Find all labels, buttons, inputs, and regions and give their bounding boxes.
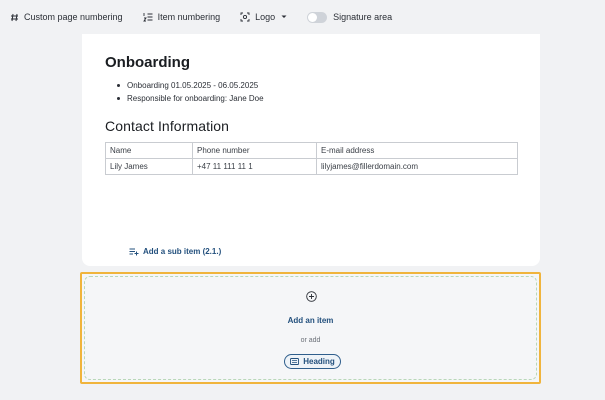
table-cell[interactable]: lilyjames@fillerdomain.com [316, 158, 518, 175]
table-row: Lily James +47 11 111 11 1 lilyjames@fil… [105, 158, 518, 175]
plus-circle-icon[interactable] [306, 291, 317, 302]
table-header-row: Name Phone number E-mail address [105, 142, 518, 159]
add-sub-item-label: Add a sub item (2.1.) [143, 247, 222, 256]
toolbar: Custom page numbering Item numbering Log… [0, 0, 605, 34]
table-header-cell[interactable]: Phone number [192, 142, 317, 159]
custom-page-numbering-button[interactable]: Custom page numbering [10, 8, 123, 26]
bullet-list: Onboarding 01.05.2025 - 06.05.2025 Respo… [117, 79, 264, 105]
add-sub-item-button[interactable]: Add a sub item (2.1.) [129, 247, 221, 256]
table-header-cell[interactable]: E-mail address [316, 142, 518, 159]
logo-label: Logo [255, 12, 276, 22]
add-item-button[interactable]: Add an item [82, 316, 539, 325]
item-numbering-label: Item numbering [157, 12, 221, 22]
table-cell[interactable]: Lily James [105, 158, 193, 175]
heading-button-label: Heading [303, 357, 335, 366]
toggle-knob [308, 12, 318, 22]
item-numbering-button[interactable]: Item numbering [142, 8, 221, 26]
logo-dropdown[interactable]: Logo [240, 8, 287, 26]
signature-area-toggle-row: Signature area [307, 8, 392, 26]
or-add-label: or add [300, 337, 321, 344]
page-title[interactable]: Onboarding [105, 54, 190, 71]
signature-area-toggle[interactable] [307, 11, 328, 23]
heading-icon [290, 358, 300, 365]
add-list-icon [129, 248, 139, 256]
list-item[interactable]: Onboarding 01.05.2025 - 06.05.2025 [117, 79, 264, 92]
add-item-zone[interactable]: Add an item or add Heading [80, 272, 541, 384]
image-frame-icon [240, 12, 250, 22]
numbered-list-icon [142, 12, 153, 22]
signature-area-label: Signature area [333, 12, 393, 22]
chevron-down-icon [281, 15, 287, 19]
section-heading[interactable]: Contact Information [105, 118, 229, 134]
table-cell[interactable]: +47 11 111 11 1 [192, 158, 317, 175]
contact-table: Name Phone number E-mail address Lily Ja… [105, 142, 518, 175]
custom-page-numbering-label: Custom page numbering [24, 12, 123, 22]
hash-icon [10, 13, 19, 22]
add-heading-button[interactable]: Heading [284, 354, 341, 369]
table-header-cell[interactable]: Name [105, 142, 193, 159]
document-page: Onboarding Onboarding 01.05.2025 - 06.05… [82, 34, 540, 266]
list-item[interactable]: Responsible for onboarding: Jane Doe [117, 92, 264, 105]
